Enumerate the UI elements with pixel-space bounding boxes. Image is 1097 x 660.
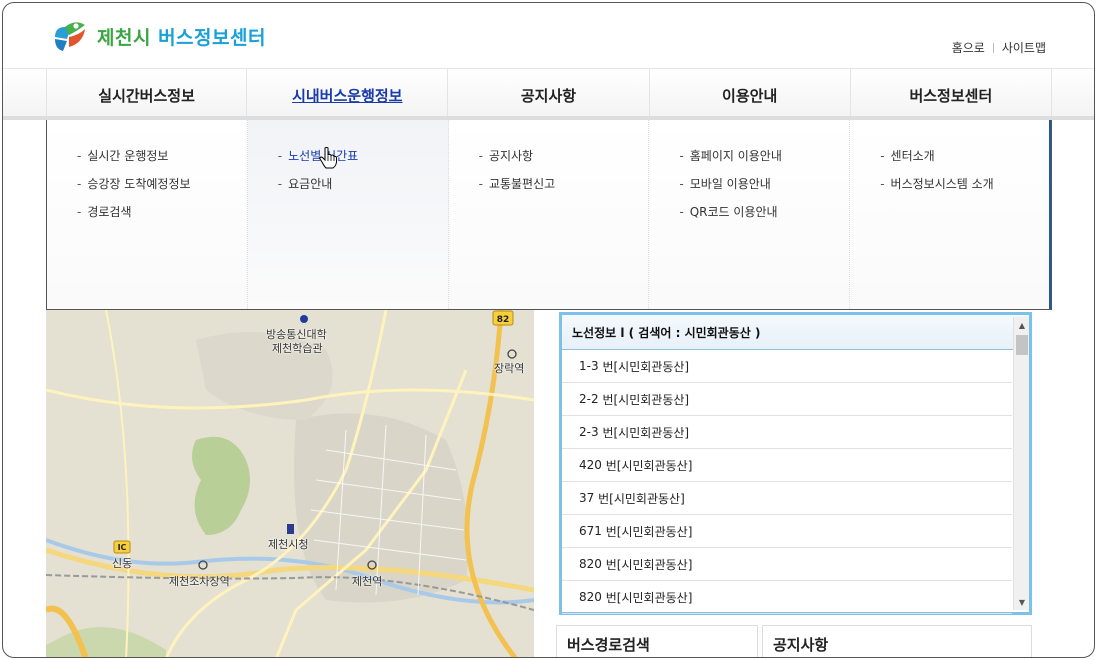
submenu-center: - 센터소개 - 버스정보시스템 소개	[850, 120, 1051, 309]
map-canvas: 82 IC	[46, 310, 534, 657]
notice-box: 공지사항	[762, 625, 1032, 657]
submenu-link[interactable]: - 센터소개	[880, 142, 1049, 170]
logo-title: 버스정보센터	[158, 26, 266, 49]
submenu-link[interactable]: - 교통불편신고	[479, 170, 649, 198]
submenu-link-route-timetable[interactable]: - 노선별 시간표	[278, 142, 448, 170]
nav-realtime-bus[interactable]: 실시간버스정보	[46, 69, 248, 121]
nav-label: 실시간버스정보	[98, 86, 195, 105]
road-number-badge: 82	[497, 315, 510, 325]
submenu-link[interactable]: - 버스정보시스템 소개	[880, 170, 1049, 198]
submenu-operation: - 노선별 시간표 - 요금안내	[247, 120, 449, 309]
route-row[interactable]: 820 번 [시민회관동산]	[562, 548, 1012, 581]
submenu-guide: - 홈페이지 이용안내 - 모바일 이용안내 - QR코드 이용안내	[649, 120, 851, 309]
route-row[interactable]: 1-3 번 [시민회관동산]	[562, 350, 1012, 383]
mega-menu-dropdown: - 실시간 운행정보 - 승강장 도착예정정보 - 경로검색 - 노선별 시간표 - 요금…	[46, 120, 1052, 310]
logo-text: 제천시 버스정보센터	[97, 23, 266, 50]
nav-bus-info-center[interactable]: 버스정보센터	[850, 69, 1052, 121]
route-row[interactable]: 2-3 번 [시민회관동산]	[562, 416, 1012, 449]
map-label-station1: 장락역	[494, 362, 525, 375]
map-label-yard: 제천조차장역	[169, 575, 230, 588]
map-label-cityhall: 제천시청	[268, 538, 309, 551]
map-label-sindong: 신동	[112, 557, 133, 570]
browser-frame: 제천시 버스정보센터 홈으로 사이트맵 실시간버스정보 시내버스운행정보 공지사…	[2, 2, 1095, 658]
main-navigation-bar: 실시간버스정보 시내버스운행정보 공지사항 이용안내 버스정보센터	[3, 68, 1094, 121]
route-row[interactable]: 37 번 [시민회관동산]	[562, 482, 1012, 515]
scroll-thumb[interactable]	[1016, 335, 1028, 355]
home-link[interactable]: 홈으로	[952, 39, 985, 56]
submenu-link[interactable]: - 요금안내	[278, 170, 448, 198]
nav-label: 시내버스운행정보	[292, 86, 403, 105]
route-list: 1-3 번 [시민회관동산] 2-2 번 [시민회관동산] 2-3 번 [시민회관동산…	[562, 350, 1012, 614]
submenu-link[interactable]: - 경로검색	[77, 198, 247, 226]
ic-badge: IC	[118, 543, 127, 552]
nav-city-bus-operation[interactable]: 시내버스운행정보	[247, 69, 449, 121]
route-search-title[interactable]: 버스경로검색	[567, 636, 650, 654]
submenu-link[interactable]: - 홈페이지 이용안내	[679, 142, 849, 170]
route-info-panel: 노선정보 l ( 검색어 : 시민회관동산 ) 1-3 번 [시민회관동산] 2-…	[559, 312, 1032, 615]
submenu-realtime: - 실시간 운행정보 - 승강장 도착예정정보 - 경로검색	[47, 120, 248, 309]
route-row[interactable]: 420 번 [시민회관동산]	[562, 449, 1012, 482]
route-panel-header: 노선정보 l ( 검색어 : 시민회관동산 )	[562, 315, 1029, 350]
top-links-divider	[992, 42, 994, 53]
nav-notice[interactable]: 공지사항	[448, 69, 650, 121]
nav-label: 공지사항	[520, 86, 577, 105]
nav-usage-guide[interactable]: 이용안내	[649, 69, 851, 121]
scroll-down-icon[interactable]: ▼	[1014, 594, 1030, 610]
main-navigation: 실시간버스정보 시내버스운행정보 공지사항 이용안내 버스정보센터	[46, 69, 1052, 121]
submenu-link[interactable]: - 실시간 운행정보	[77, 142, 247, 170]
notice-title[interactable]: 공지사항	[773, 636, 828, 654]
site-logo[interactable]: 제천시 버스정보센터	[51, 17, 266, 55]
route-search-box: 버스경로검색	[556, 625, 758, 657]
cityhall-icon	[287, 524, 294, 534]
submenu-link[interactable]: - 모바일 이용안내	[679, 170, 849, 198]
route-row[interactable]: 820 번 [시민회관동산]	[562, 581, 1012, 614]
scroll-up-icon[interactable]: ▲	[1014, 317, 1030, 333]
route-row[interactable]: 2-2 번 [시민회관동산]	[562, 383, 1012, 416]
sitemap-link[interactable]: 사이트맵	[1002, 39, 1046, 56]
submenu-notice: - 공지사항 - 교통불편신고	[448, 120, 650, 309]
route-list-scrollbar[interactable]: ▲ ▼	[1013, 317, 1029, 610]
map-label-station2: 제천역	[352, 575, 383, 588]
bus-map[interactable]: 82 IC 방송통신대학 제천학습관 장락역 제천시청 신동 제천조차장역 제천…	[46, 310, 534, 657]
logo-mark-icon	[51, 17, 89, 55]
top-links: 홈으로 사이트맵	[952, 39, 1046, 56]
nav-label: 이용안내	[722, 86, 778, 105]
university-icon	[300, 315, 308, 323]
nav-label: 버스정보센터	[909, 86, 993, 105]
hand-cursor-icon	[319, 147, 337, 169]
logo-city: 제천시	[97, 26, 151, 49]
route-row[interactable]: 671 번 [시민회관동산]	[562, 515, 1012, 548]
submenu-link[interactable]: - QR코드 이용안내	[679, 198, 849, 226]
submenu-link[interactable]: - 공지사항	[479, 142, 649, 170]
map-label-univ2: 제천학습관	[272, 342, 323, 355]
submenu-link[interactable]: - 승강장 도착예정정보	[77, 170, 247, 198]
